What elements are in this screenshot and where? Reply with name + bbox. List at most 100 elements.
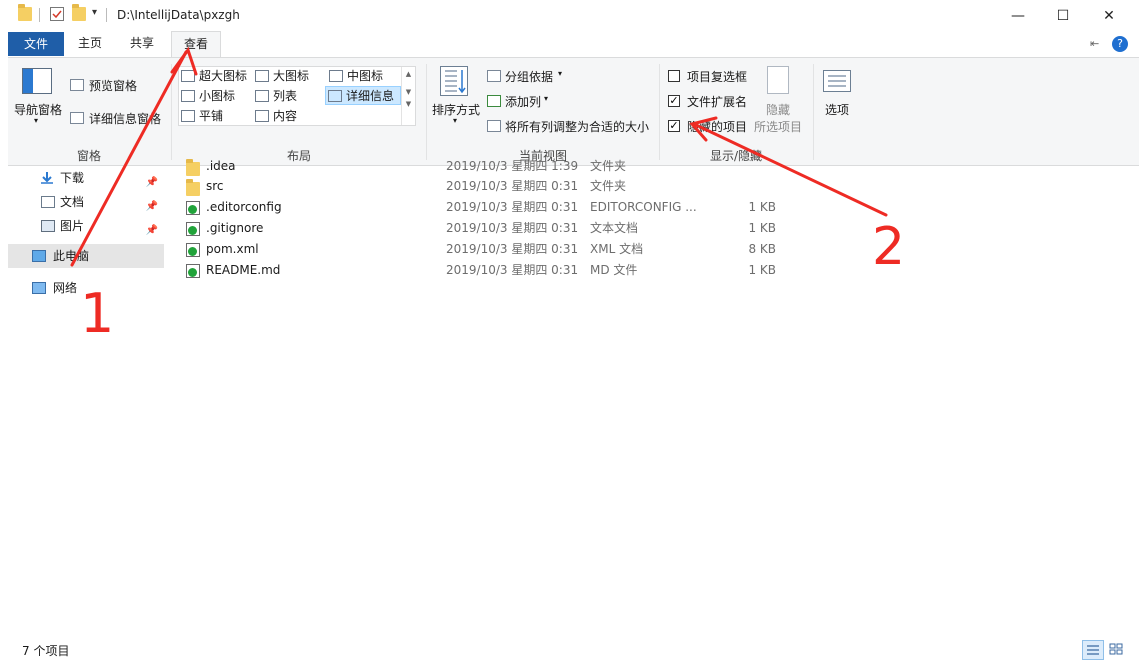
fit-columns-icon: [487, 120, 501, 132]
file-icon: [186, 201, 200, 215]
file-size: 1 KB: [748, 263, 776, 277]
divider: [171, 64, 172, 160]
file-type: EDITORCONFIG ...: [590, 200, 697, 214]
item-checkboxes-label: 项目复选框: [687, 70, 748, 84]
maximize-button[interactable]: ☐: [1040, 0, 1086, 31]
small-icons-icon: [181, 90, 195, 102]
options-button[interactable]: 选项: [825, 101, 849, 118]
download-arrow-icon: [41, 172, 53, 184]
file-date: 2019/10/3 星期四 0:31: [446, 263, 579, 277]
table-row[interactable]: src 2019/10/3 星期四 0:31 文件夹: [166, 176, 866, 197]
divider: [39, 8, 40, 22]
scroll-down-icon[interactable]: ▼: [402, 88, 415, 96]
layout-small-icons[interactable]: 小图标: [179, 87, 235, 106]
large-icons-view-button[interactable]: [1106, 640, 1128, 660]
layout-extra-large-icons[interactable]: 超大图标: [179, 67, 247, 86]
pin-icon[interactable]: 📌: [146, 219, 158, 243]
layout-list[interactable]: 列表: [253, 87, 297, 106]
folder-icon: [186, 159, 200, 176]
properties-icon[interactable]: [50, 7, 64, 21]
file-name: .idea: [206, 159, 236, 173]
nav-item-this-pc[interactable]: 此电脑: [8, 244, 164, 268]
hide-selected-label[interactable]: 隐藏: [766, 101, 790, 118]
list-icon: [255, 90, 269, 102]
file-name: src: [206, 179, 224, 193]
help-icon[interactable]: ?: [1112, 36, 1128, 52]
nav-item-label: 文档: [60, 195, 85, 209]
navigation-pane: 下载 📌 文档 📌 图片 📌 此电脑 网络: [8, 166, 166, 636]
layout-medium-icons[interactable]: 中图标: [327, 67, 383, 86]
nav-item-label: 图片: [60, 219, 85, 233]
status-bar: 7 个项目: [0, 636, 1139, 669]
preview-pane-button[interactable]: 预览窗格: [89, 77, 137, 94]
ribbon-view: 导航窗格 ▾ 预览窗格 详细信息窗格 窗格 超大图标 大图标 中图标 小图标 列…: [8, 57, 1139, 166]
divider: [813, 64, 814, 160]
extra-large-icons-icon: [181, 70, 195, 82]
chevron-down-icon[interactable]: ▾: [544, 94, 548, 103]
file-type: 文本文档: [590, 221, 639, 235]
table-row[interactable]: .idea 2019/10/3 星期四 1:39 文件夹: [166, 156, 866, 177]
pin-ribbon-icon[interactable]: ⇤: [1090, 37, 1099, 50]
table-row[interactable]: README.md 2019/10/3 星期四 0:31 MD 文件 1 KB: [166, 260, 866, 281]
add-column-icon: [487, 95, 501, 107]
layout-large-icons[interactable]: 大图标: [253, 67, 309, 86]
hidden-items-checkbox[interactable]: ✓: [668, 120, 680, 132]
nav-item-downloads[interactable]: 下载 📌: [8, 166, 164, 190]
add-column-button[interactable]: 添加列: [505, 93, 541, 110]
file-size: 8 KB: [748, 242, 776, 256]
table-row[interactable]: pom.xml 2019/10/3 星期四 0:31 XML 文档 8 KB: [166, 239, 866, 260]
sort-by-icon: [440, 66, 468, 96]
new-folder-icon[interactable]: [72, 4, 86, 21]
nav-item-pictures[interactable]: 图片 📌: [8, 214, 164, 238]
divider: [426, 64, 427, 160]
file-size: 1 KB: [748, 221, 776, 235]
window-title-path: D:\IntellijData\pxzgh: [117, 8, 240, 22]
gallery-scroller[interactable]: ▲ ▼ ▼: [401, 67, 415, 125]
nav-item-documents[interactable]: 文档 📌: [8, 190, 164, 214]
file-type: 文件夹: [590, 179, 627, 193]
medium-icons-icon: [329, 70, 343, 82]
chevron-down-icon[interactable]: ▾: [453, 116, 457, 125]
nav-item-label: 网络: [53, 281, 78, 295]
customize-quick-access-chevron-icon[interactable]: ▾: [92, 7, 97, 18]
gallery-expand-icon[interactable]: ▼: [402, 100, 415, 108]
close-button[interactable]: ✕: [1086, 0, 1132, 31]
tab-share[interactable]: 共享: [122, 31, 162, 57]
chevron-down-icon[interactable]: ▾: [558, 69, 562, 78]
tiles-icon: [181, 110, 195, 122]
group-by-icon: [487, 70, 501, 82]
layout-tiles[interactable]: 平铺: [179, 107, 223, 126]
extensions-checkbox[interactable]: ✓: [668, 95, 680, 107]
tab-file[interactable]: 文件: [8, 32, 64, 56]
folder-icon: [18, 4, 32, 21]
tab-view[interactable]: 查看: [171, 31, 221, 57]
file-date: 2019/10/3 星期四 0:31: [446, 221, 579, 235]
tab-home[interactable]: 主页: [70, 31, 110, 57]
file-type: MD 文件: [590, 263, 638, 277]
details-pane-button[interactable]: 详细信息窗格: [89, 110, 161, 127]
large-icons-icon: [255, 70, 269, 82]
minimize-button[interactable]: —: [995, 0, 1041, 31]
layout-details[interactable]: 详细信息: [325, 86, 401, 105]
file-size: 1 KB: [748, 200, 776, 214]
scroll-up-icon[interactable]: ▲: [402, 70, 415, 78]
file-list: .idea 2019/10/3 星期四 1:39 文件夹 src 2019/10…: [166, 159, 1139, 636]
nav-item-label: 下载: [60, 171, 85, 185]
group-label-panes: 窗格: [76, 149, 101, 163]
fit-columns-button[interactable]: 将所有列调整为合适的大小: [505, 118, 649, 135]
nav-pane-icon: [22, 68, 52, 94]
ribbon-tabs: 文件 主页 共享 查看 ⇤ ?: [0, 31, 1139, 57]
hide-selected-icon: [767, 66, 789, 94]
nav-item-network[interactable]: 网络: [8, 276, 164, 300]
table-row[interactable]: .gitignore 2019/10/3 星期四 0:31 文本文档 1 KB: [166, 218, 866, 239]
details-pane-icon: [70, 112, 84, 124]
table-row[interactable]: .editorconfig 2019/10/3 星期四 0:31 EDITORC…: [166, 197, 866, 218]
options-icon: [823, 70, 851, 92]
content-icon: [255, 110, 269, 122]
item-checkboxes-checkbox[interactable]: [668, 70, 680, 82]
group-by-button[interactable]: 分组依据: [505, 68, 553, 85]
layout-content[interactable]: 内容: [253, 107, 297, 126]
details-view-button[interactable]: [1082, 640, 1104, 660]
chevron-down-icon[interactable]: ▾: [34, 116, 38, 125]
hidden-items-label: 隐藏的项目: [687, 120, 748, 134]
